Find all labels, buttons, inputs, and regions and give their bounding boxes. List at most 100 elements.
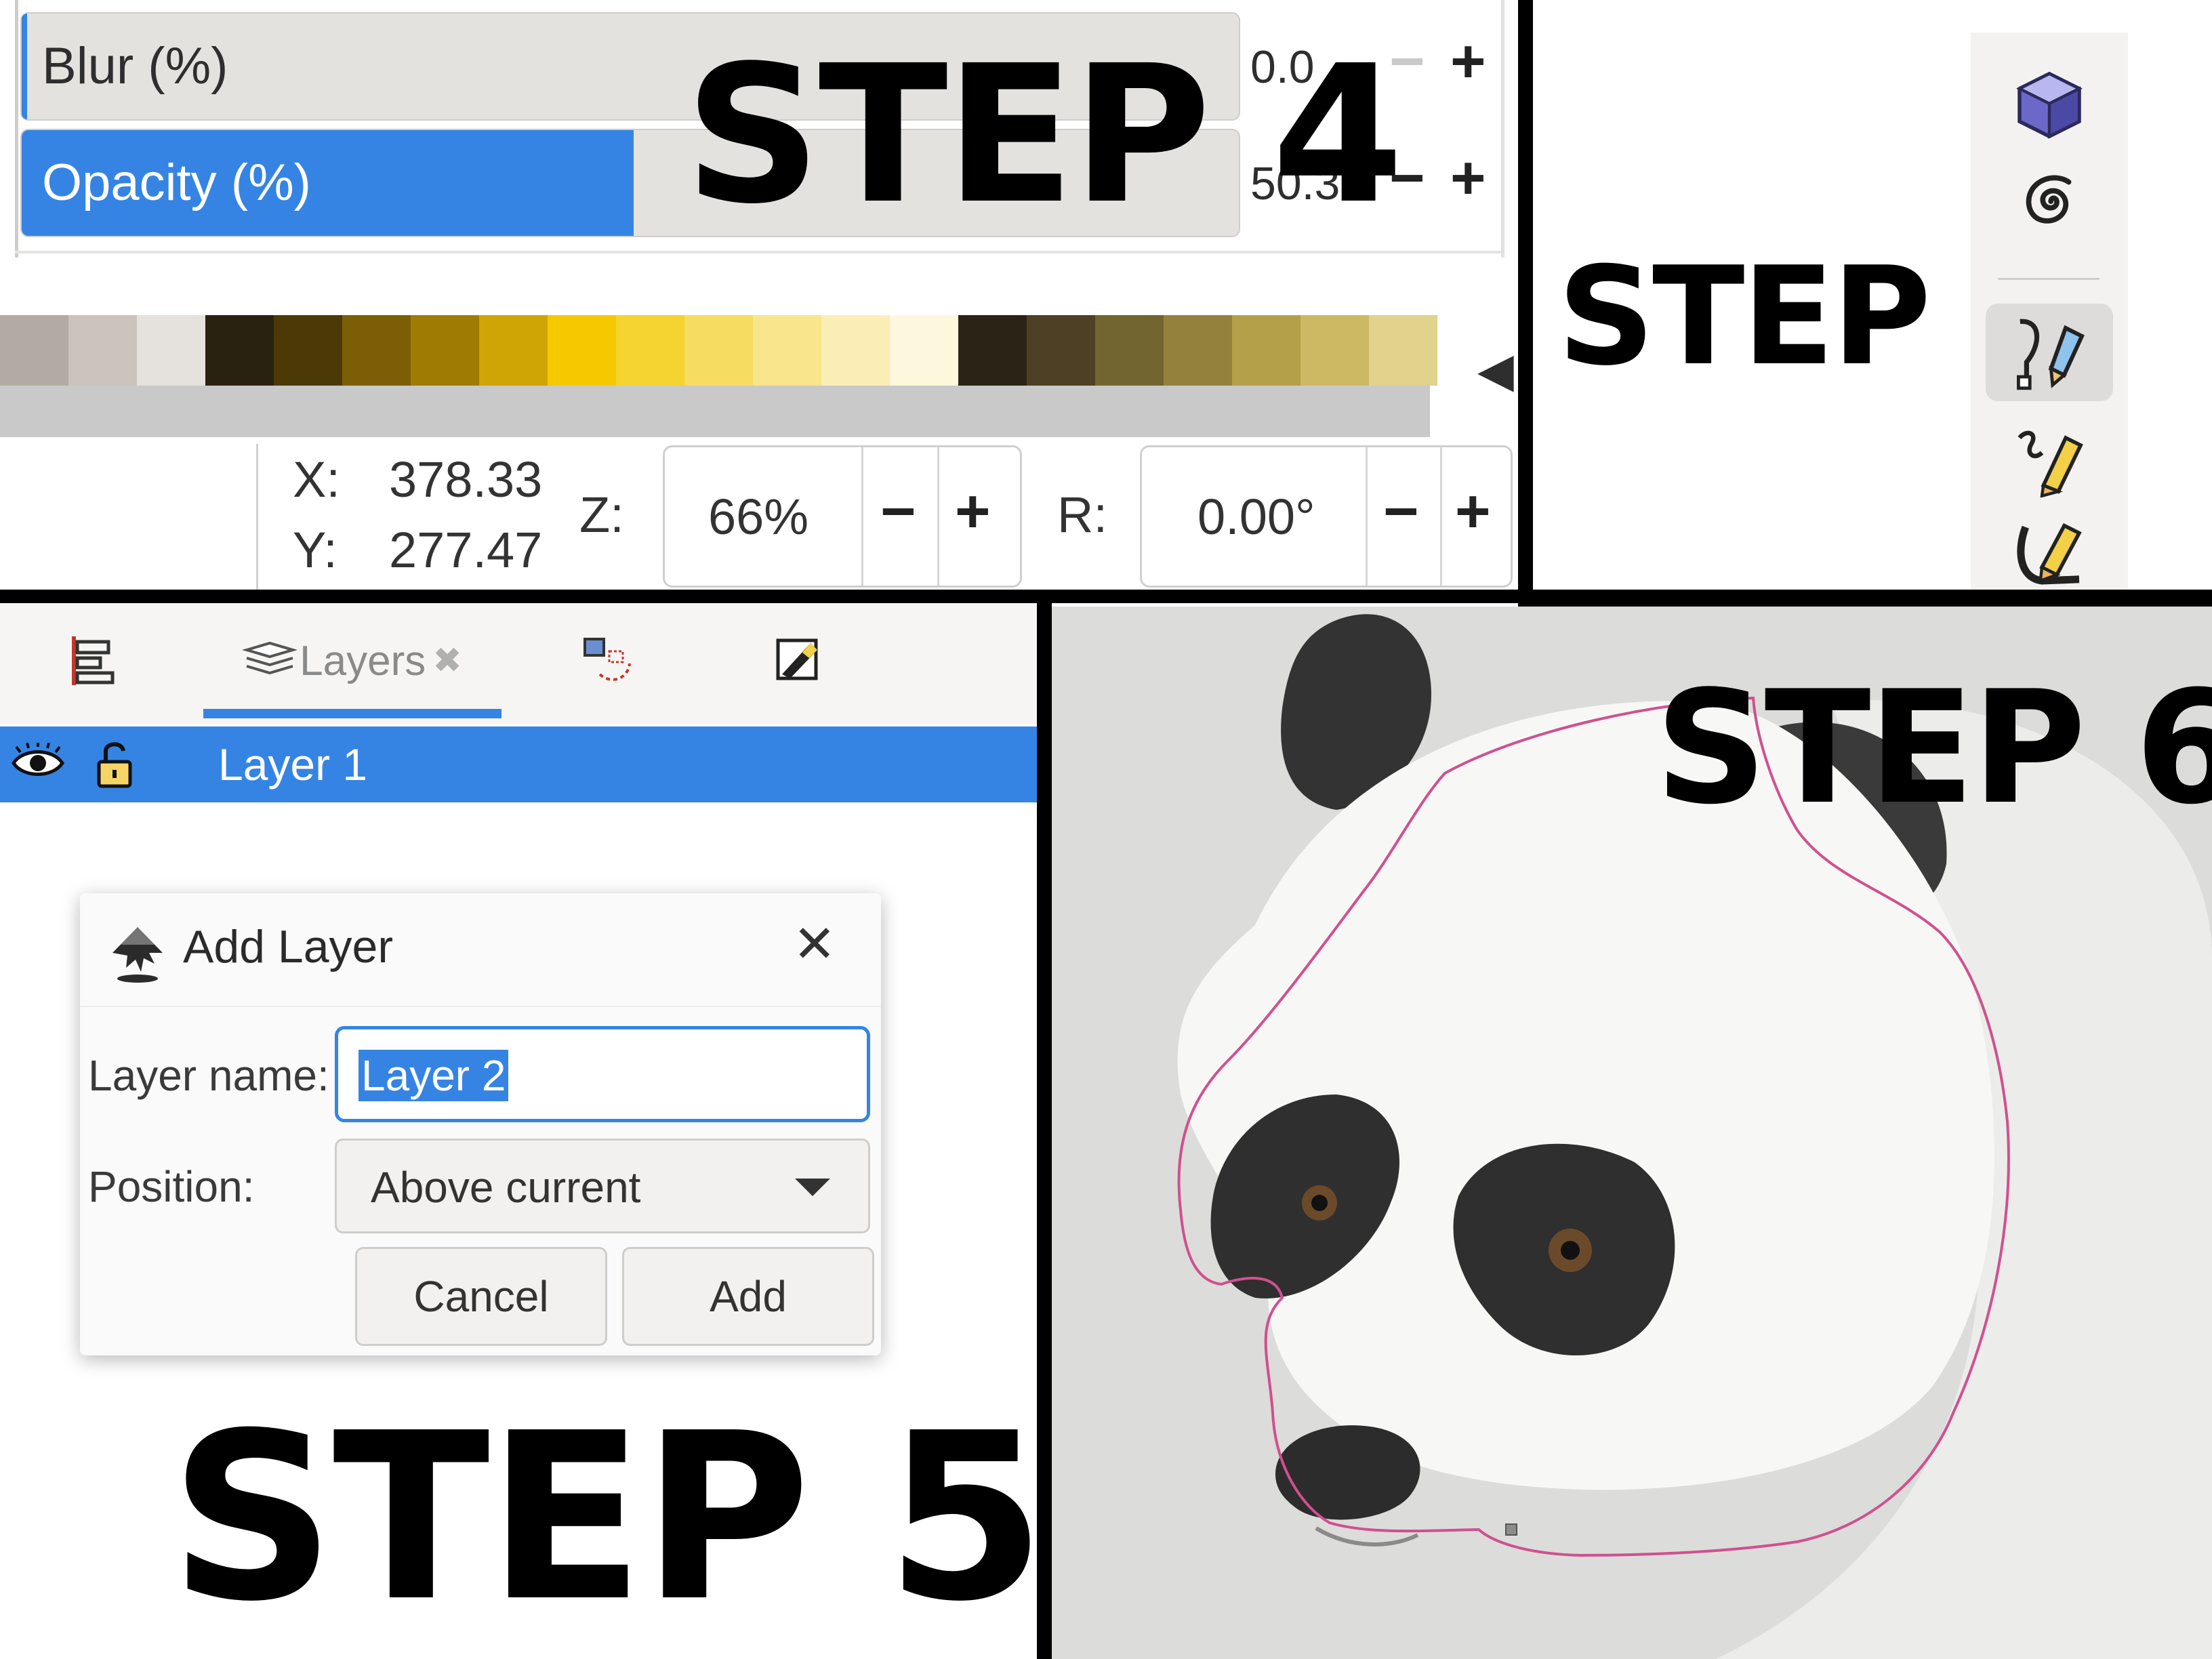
palette-swatch[interactable] [205,315,274,386]
rotation-separator [1366,447,1368,586]
cursor-y-label: Y: [293,522,337,578]
layer-name-label: Layer name: [88,1051,329,1100]
palette-swatch[interactable] [548,315,616,386]
pencil-tool[interactable] [1986,416,2113,504]
panel-border-left [15,0,18,258]
lock-unlocked-icon[interactable] [95,739,136,790]
opacity-label: Opacity (%) [42,154,311,211]
palette-swatch[interactable] [616,315,684,386]
zoom-value[interactable]: 66% [708,488,808,546]
rotation-increment-button[interactable]: + [1455,477,1491,547]
palette-scroll-left-icon[interactable]: ◀ [1477,342,1514,398]
position-value: Above current [371,1163,641,1212]
dialog-title: Add Layer [183,921,393,972]
status-separator [256,444,258,590]
tab-transform[interactable] [542,603,678,718]
palette-swatch[interactable] [411,315,479,386]
tab-fill-stroke[interactable] [732,603,867,718]
layers-icon [243,641,298,675]
drawing-canvas[interactable]: STEP 6 [1052,607,2212,1659]
palette-swatch[interactable] [890,315,958,386]
dialog-close-button[interactable]: ✕ [793,914,836,974]
cursor-x-label: X: [293,451,340,508]
toolbox [1971,33,2128,590]
color-palette[interactable] [0,315,1437,386]
palette-swatch[interactable] [1300,315,1369,386]
calligraphy-icon [2017,523,2082,585]
cursor-y-value: 277.47 [389,522,543,578]
add-button[interactable]: Add [622,1247,874,1346]
palette-swatch[interactable] [342,315,411,386]
eye-visible-icon[interactable] [11,743,65,783]
blur-slider-edge [22,14,27,119]
fill-stroke-icon [776,638,818,680]
layer-name-input[interactable]: Layer 2 [335,1026,870,1122]
palette-scrollbar[interactable] [0,386,1430,437]
palette-swatch[interactable] [753,315,821,386]
align-icon [72,636,115,685]
zoom-separator-2 [937,447,939,586]
zoom-decrement-button[interactable]: − [880,477,916,547]
step-6-canvas-label: STEP 6 [1655,658,2212,839]
transform-icon [583,638,631,681]
position-label: Position: [88,1162,255,1211]
zoom-separator [861,447,863,586]
palette-swatch[interactable] [1232,315,1300,386]
panel-border-right [1501,0,1504,258]
panel-border-bottom [15,251,1504,253]
palette-swatch[interactable] [68,315,137,386]
toolbox-separator [1998,278,2100,280]
rotation-separator-2 [1440,447,1442,586]
divider-vertical-top [1518,0,1533,603]
rotation-value[interactable]: 0.00° [1197,488,1315,546]
palette-swatch[interactable] [274,315,342,386]
tab-layers-active-indicator [203,709,501,718]
calligraphy-tool[interactable] [1986,507,2113,595]
tab-layers-label: Layers [300,637,426,684]
blur-label: Blur (%) [42,37,228,95]
blur-increment-button[interactable]: + [1450,27,1486,97]
tab-close-icon[interactable]: ✖ [432,640,462,681]
tab-align[interactable] [27,603,163,718]
palette-swatch[interactable] [1095,315,1164,386]
rotation-spinbox[interactable]: 0.00° − + [1140,445,1513,588]
position-dropdown[interactable]: Above current [335,1139,870,1233]
palette-swatch[interactable] [1164,315,1232,386]
palette-swatch[interactable] [137,315,205,386]
cancel-button[interactable]: Cancel [355,1247,607,1346]
palette-swatch[interactable] [0,315,68,386]
palette-swatch[interactable] [479,315,548,386]
opacity-increment-button[interactable]: + [1450,144,1486,213]
pen-bezier-icon [2017,319,2085,390]
palette-swatch[interactable] [1027,315,1095,386]
divider-horizontal-top-left [0,590,1525,603]
inkscape-logo-icon [112,927,163,983]
3d-box-icon [2016,71,2083,139]
palette-swatch[interactable] [958,315,1027,386]
step-5-label: STEP 5 [169,1384,1046,1652]
layer-name-value[interactable]: Layer 2 [359,1050,509,1101]
tab-layers[interactable]: Layers ✖ [203,603,501,718]
zoom-spinbox[interactable]: 66% − + [663,445,1022,588]
palette-swatch[interactable] [1369,315,1437,386]
pencil-icon [2018,430,2083,497]
dock-tab-bar: Layers ✖ [0,603,1037,724]
spiral-icon [2026,175,2072,224]
cursor-x-value: 378.33 [389,451,543,508]
spiral-tool[interactable] [1986,156,2113,244]
chevron-down-icon [795,1179,830,1196]
palette-swatch[interactable] [821,315,890,386]
zoom-increment-button[interactable]: + [955,477,991,547]
layer-row-name[interactable]: Layer 1 [218,739,367,790]
status-bar: X: 378.33 Y: 277.47 Z: 66% − + R: 0.00° … [0,437,1518,590]
add-layer-dialog: Add Layer ✕ Layer name: Layer 2 Position… [80,893,881,1355]
divider-horizontal-right [1518,590,2212,607]
pen-bezier-tool[interactable] [1986,304,2113,401]
palette-swatch[interactable] [684,315,753,386]
layer-row-layer-1[interactable]: Layer 1 [0,726,1037,802]
rotation-label: R: [1057,487,1107,543]
zoom-label: Z: [579,487,624,543]
rotation-decrement-button[interactable]: − [1383,477,1419,547]
3d-box-tool[interactable] [1986,61,2113,149]
step-4-label: STEP 4 [684,25,1404,246]
